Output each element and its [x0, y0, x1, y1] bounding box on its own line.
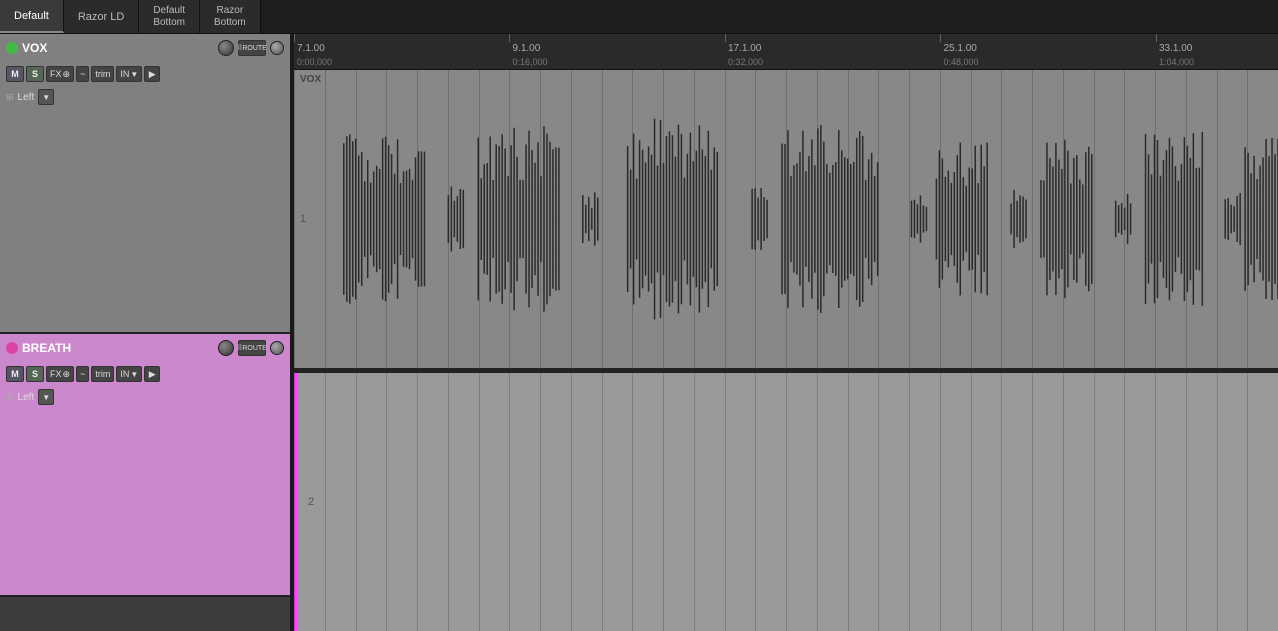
vox-title-row: VOX ⠿ ROUTE	[0, 34, 290, 62]
breath-buttons-row: M S FX ⊕ ~ trim IN ▼	[0, 362, 290, 386]
grid-line	[1124, 373, 1125, 631]
vox-waveform	[294, 70, 1278, 368]
breath-status-led[interactable]	[6, 342, 18, 354]
breath-meter	[270, 341, 284, 355]
vox-channel-label: Left	[18, 92, 35, 103]
breath-grid-lines	[294, 373, 1278, 631]
vox-status-led[interactable]	[6, 42, 18, 54]
tab-default[interactable]: Default	[0, 0, 64, 33]
vox-channel-row: ⊞ Left ▼	[0, 86, 290, 108]
vox-channel-dropdown[interactable]: ▼	[38, 89, 54, 105]
tab-razor-ld[interactable]: Razor LD	[64, 0, 139, 33]
breath-title-row: BREATH ⠿ ROUTE	[0, 334, 290, 362]
vox-solo-button[interactable]: S	[26, 66, 44, 82]
vox-in-button[interactable]: IN ▼	[116, 66, 142, 82]
timeline-ruler: 7.1.00 0:00,000 9.1.00 0:16,000 17.1.00 …	[294, 34, 1278, 70]
breath-env-button[interactable]: ~	[76, 366, 89, 382]
vox-trim-button[interactable]: trim	[91, 66, 114, 82]
grid-line	[356, 373, 357, 631]
grid-line	[786, 373, 787, 631]
tab-razor-bottom[interactable]: RazorBottom	[200, 0, 261, 33]
grid-line	[417, 373, 418, 631]
breath-track-name: BREATH	[22, 341, 214, 355]
vox-content[interactable]: VOX 1	[294, 70, 1278, 370]
tracks-panel: VOX ⠿ ROUTE M S FX ⊕	[0, 34, 290, 631]
grid-line	[1032, 373, 1033, 631]
ruler-mark: 9.1.00 0:16,000	[509, 34, 547, 69]
breath-channel-dropdown[interactable]: ▼	[38, 389, 54, 405]
grid-line	[1155, 373, 1156, 631]
grid-line	[848, 373, 849, 631]
grid-line	[725, 373, 726, 631]
grid-line	[1247, 373, 1248, 631]
breath-track-number: 2	[308, 496, 314, 508]
grid-line	[971, 373, 972, 631]
grid-line	[909, 373, 910, 631]
grid-line	[1094, 373, 1095, 631]
breath-left-strip	[294, 373, 298, 631]
grid-line	[663, 373, 664, 631]
grid-line	[755, 373, 756, 631]
breath-route-button[interactable]: ⠿ ROUTE	[238, 340, 266, 356]
breath-arrow-button[interactable]: ▶	[144, 366, 160, 382]
vox-route-button[interactable]: ⠿ ROUTE	[238, 40, 266, 56]
grid-line	[602, 373, 603, 631]
content-tracks: VOX 1 2	[294, 70, 1278, 631]
breath-content[interactable]: 2	[294, 373, 1278, 631]
breath-solo-button[interactable]: S	[26, 366, 44, 382]
grid-line	[509, 373, 510, 631]
breath-trim-button[interactable]: trim	[91, 366, 114, 382]
vox-fx-button[interactable]: FX ⊕	[46, 66, 74, 82]
vox-mute-button[interactable]: M	[6, 66, 24, 82]
vox-arrow-button[interactable]: ▶	[144, 66, 160, 82]
tab-default-bottom[interactable]: DefaultBottom	[139, 0, 200, 33]
ruler-mark: 33.1.00 1:04,000	[1156, 34, 1194, 69]
vox-env-button[interactable]: ~	[76, 66, 89, 82]
ruler-mark: 25.1.00 0:48,000	[940, 34, 978, 69]
grid-line	[325, 373, 326, 631]
main-layout: VOX ⠿ ROUTE M S FX ⊕	[0, 34, 1278, 631]
vox-channel-icon: ⊞	[6, 92, 14, 103]
grid-line	[878, 373, 879, 631]
grid-line	[571, 373, 572, 631]
breath-channel-label: Left	[18, 392, 35, 403]
breath-mute-button[interactable]: M	[6, 366, 24, 382]
ruler-mark: 17.1.00 0:32,000	[725, 34, 763, 69]
breath-channel-row: ⊞ Left ▼	[0, 386, 290, 408]
track-header-vox: VOX ⠿ ROUTE M S FX ⊕	[0, 34, 290, 334]
grid-line	[817, 373, 818, 631]
breath-volume-knob[interactable]	[218, 340, 234, 356]
arrangement-panel: 7.1.00 0:00,000 9.1.00 0:16,000 17.1.00 …	[294, 34, 1278, 631]
vox-meter	[270, 41, 284, 55]
vox-buttons-row: M S FX ⊕ ~ trim IN ▼	[0, 62, 290, 86]
grid-line	[1063, 373, 1064, 631]
grid-line	[540, 373, 541, 631]
grid-line	[448, 373, 449, 631]
grid-line	[479, 373, 480, 631]
ruler-mark: 7.1.00 0:00,000	[294, 34, 332, 69]
grid-line	[694, 373, 695, 631]
grid-line	[1186, 373, 1187, 631]
grid-line	[1217, 373, 1218, 631]
track-header-breath: BREATH ⠿ ROUTE M S FX ⊕	[0, 334, 290, 597]
grid-line	[386, 373, 387, 631]
breath-in-button[interactable]: IN ▼	[116, 366, 142, 382]
breath-channel-icon: ⊞	[6, 392, 14, 403]
grid-line	[940, 373, 941, 631]
breath-fx-button[interactable]: FX ⊕	[46, 366, 74, 382]
grid-line	[1001, 373, 1002, 631]
grid-line	[632, 373, 633, 631]
vox-volume-knob[interactable]	[218, 40, 234, 56]
tab-bar: Default Razor LD DefaultBottom RazorBott…	[0, 0, 1278, 34]
vox-track-name: VOX	[22, 41, 214, 55]
ruler-inner: 7.1.00 0:00,000 9.1.00 0:16,000 17.1.00 …	[294, 34, 1278, 69]
